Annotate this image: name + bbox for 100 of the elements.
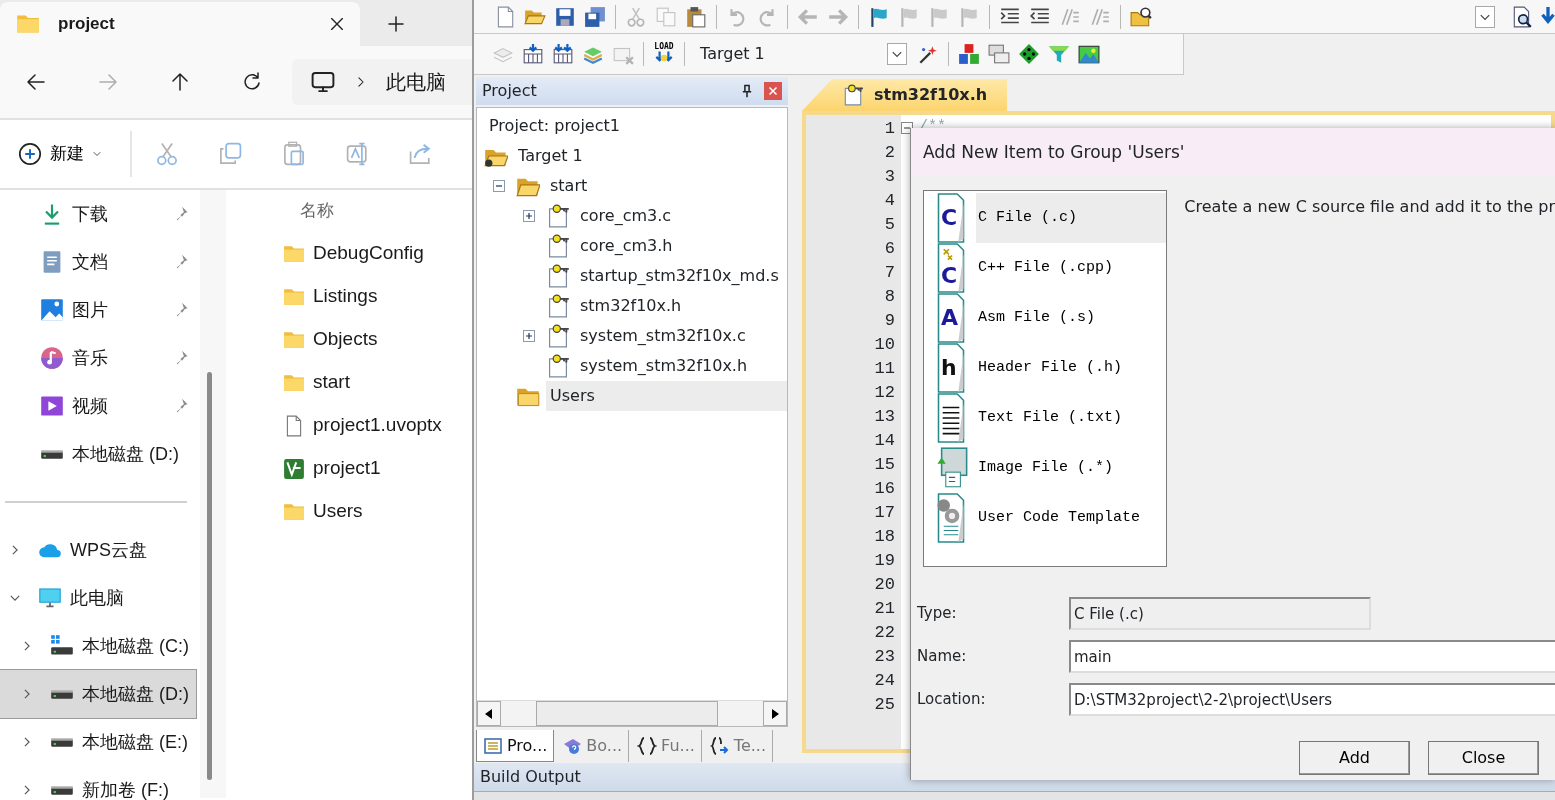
tree-item[interactable]: core_cm3.c [576,201,676,231]
sidebar-item[interactable]: 本地磁盘 (D:) [0,430,200,478]
tree-item[interactable]: WPS云盘 [0,526,200,574]
line-number: 18 [873,526,895,548]
sidebar-item[interactable]: 音乐 [0,334,200,382]
tree-item[interactable]: core_cm3.h [576,231,677,261]
dialog-title: Add New Item to Group 'Users' [911,128,1555,176]
sidebar-item[interactable]: 文档 [0,238,200,286]
refresh-icon[interactable] [242,72,262,92]
sidebar-item[interactable]: 图片 [0,286,200,334]
expand-icon[interactable] [523,330,535,342]
line-number: 6 [883,238,895,260]
scroll-right-button[interactable] [763,701,787,726]
line-number: 16 [873,478,895,500]
flag-icon[interactable] [868,5,890,28]
description-text: Create a new C source file and add it to the pr [1184,196,1555,218]
tree-item[interactable]: start [546,171,592,201]
rebuild-icon[interactable] [552,43,574,65]
panel-tab[interactable]: Te... [703,730,773,762]
target-dropdown[interactable]: Target 1 [694,41,909,67]
editor-tab[interactable]: stm32f10x.h [802,79,1008,111]
input-field[interactable]: D:\STM32project\2-2\project\Users [1069,683,1555,716]
file-item[interactable]: start [254,361,472,404]
dialog-button[interactable]: Add [1299,741,1410,775]
tab-title: project [58,13,116,36]
dropdown-button[interactable] [1475,5,1495,28]
icon-letter: C [941,262,958,290]
plus-icon [18,142,42,166]
file-item[interactable]: project1.uvoptx [254,404,472,447]
address-bar[interactable]: 此电脑 [292,59,472,105]
back-icon[interactable] [26,72,46,92]
tree-item[interactable]: system_stm32f10x.c [576,321,750,351]
clipboard-icon[interactable] [685,5,707,28]
scrollbar-thumb[interactable] [536,701,718,726]
sidebar-item[interactable]: 下载 [0,190,200,238]
list-item[interactable]: C File (.c) [976,193,1167,243]
panel-tab[interactable]: Pro... [476,730,555,762]
window-tab[interactable]: project [0,2,360,46]
field-label: Name: [916,646,968,668]
new-tab-icon[interactable] [386,14,406,34]
line-number: 2 [883,142,895,164]
funnel-icon[interactable] [1048,43,1070,65]
line-number: 4 [883,190,895,212]
scroll-left-button[interactable] [477,701,501,726]
tree-item[interactable]: stm32f10x.h [576,291,686,321]
line-number: 25 [873,694,895,716]
expand-icon[interactable] [523,210,535,222]
file-key-icon [546,294,570,318]
list-item[interactable]: Asm File (.s) [976,293,1167,343]
page-search-icon[interactable] [1511,5,1533,28]
file-item[interactable]: Listings [254,275,472,318]
tree-item[interactable]: 本地磁盘 (E:) [0,718,200,766]
panel-tab[interactable]: Fu... [631,730,702,762]
scrollbar-thumb[interactable] [207,372,212,780]
folder-search-icon[interactable] [1130,5,1152,28]
file-item[interactable]: DebugConfig [254,232,472,275]
diamond-icon[interactable] [1018,43,1040,65]
input-field[interactable]: main [1069,640,1555,673]
tree-item[interactable]: 新加卷 (F:) [0,766,200,800]
panel-tab[interactable]: Bo... [556,730,630,762]
list-item[interactable]: C++ File (.cpp) [976,243,1167,293]
sidebar-item[interactable]: 视频 [0,382,200,430]
line-number: 1 [883,118,895,140]
build-icon[interactable] [522,43,544,65]
tree-item[interactable]: Target 1 [514,141,587,171]
tree-item[interactable]: system_stm32f10x.h [576,351,752,381]
line-number: 10 [873,334,895,356]
tree-item[interactable]: Users [546,381,787,411]
close-icon[interactable] [328,15,346,33]
file-item[interactable]: project1 [254,447,472,490]
pin-icon[interactable] [740,84,754,98]
close-button[interactable] [764,82,782,100]
list-item[interactable]: Header File (.h) [976,343,1167,393]
floppy-disks-icon[interactable] [584,5,606,28]
load-button[interactable]: LOAD [653,43,675,65]
line-number: 21 [873,598,895,620]
tree-item[interactable]: startup_stm32f10x_md.s [576,261,783,291]
list-item[interactable]: Image File (.*) [976,443,1167,493]
new-button[interactable]: 新建 [14,137,106,171]
pack-icon[interactable] [1078,43,1100,65]
blocks-icon[interactable] [958,43,980,65]
tree-item[interactable]: 本地磁盘 (D:) [0,670,196,718]
icon-letter: h [941,354,957,382]
windows-icon[interactable] [988,43,1010,65]
list-item[interactable]: Text File (.txt) [976,393,1167,443]
tree-item[interactable]: 本地磁盘 (C:) [0,622,200,670]
video-icon [40,394,64,418]
line-number: 22 [873,622,895,644]
file-item[interactable]: Users [254,490,472,533]
file-item[interactable]: Objects [254,318,472,361]
collapse-icon[interactable] [493,180,505,192]
list-item[interactable]: User Code Template [976,493,1167,543]
dialog-button[interactable]: Close [1428,741,1539,775]
tree-item[interactable]: 此电脑 [0,574,200,622]
up-icon[interactable] [170,72,190,92]
line-number: 12 [873,382,895,404]
panel-title: Project [482,80,538,102]
music-note-icon [40,346,64,370]
file-key-icon [546,234,570,258]
column-header[interactable]: 名称 [254,190,472,232]
